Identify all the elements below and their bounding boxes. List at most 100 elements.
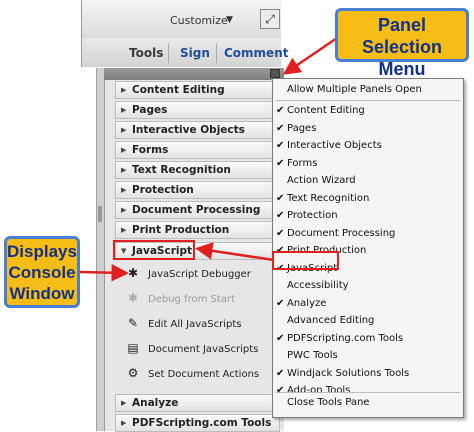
tab-tools[interactable]: Tools bbox=[129, 46, 163, 60]
section-label: Protection bbox=[132, 184, 194, 196]
tool-label: JavaScript Debugger bbox=[148, 269, 251, 280]
tab-divider bbox=[168, 43, 169, 63]
tab-divider bbox=[216, 43, 217, 63]
customize-button[interactable]: Customize bbox=[170, 14, 228, 27]
arrow-to-panel-menu bbox=[282, 36, 338, 75]
section-label: Content Editing bbox=[132, 84, 225, 96]
tab-sign[interactable]: Sign bbox=[180, 46, 210, 60]
triangle-right-icon: ▶ bbox=[121, 399, 127, 407]
menu-item-label: Forms bbox=[287, 157, 318, 169]
menu-item-document-processing[interactable]: ✔ Document Processing bbox=[273, 225, 463, 242]
callout-line: Window bbox=[9, 284, 75, 303]
console-callout: Displays Console Window bbox=[4, 236, 80, 308]
menu-item-label: Text Recognition bbox=[287, 192, 370, 204]
panel-section-pdfscripting-com-tools[interactable]: ▶ PDFScripting.com Tools bbox=[115, 414, 280, 432]
menu-item-label: Accessibility bbox=[287, 280, 349, 291]
menu-item-label: Windjack Solutions Tools bbox=[287, 367, 410, 379]
callout-line: Menu bbox=[378, 59, 426, 79]
section-label: Analyze bbox=[132, 397, 179, 409]
menu-item-label: PDFScripting.com Tools bbox=[287, 332, 404, 344]
tool-label: Set Document Actions bbox=[148, 369, 260, 380]
tool-document-javascripts[interactable]: ▤ Document JavaScripts bbox=[126, 339, 258, 357]
bug-icon: ✱ bbox=[127, 291, 139, 305]
panel-section-protection[interactable]: ▶ Protection bbox=[115, 181, 280, 199]
panel-section-interactive-objects[interactable]: ▶ Interactive Objects bbox=[115, 121, 280, 139]
tool-label: Document JavaScripts bbox=[148, 344, 259, 355]
triangle-right-icon: ▶ bbox=[121, 86, 127, 94]
actions-icon: ⚙ bbox=[127, 366, 139, 380]
tool-set-document-actions[interactable]: ⚙ Set Document Actions bbox=[126, 364, 260, 382]
triangle-right-icon: ▶ bbox=[121, 226, 127, 234]
tool-javascript-debugger[interactable]: ✱ JavaScript Debugger bbox=[126, 264, 251, 282]
panel-section-analyze[interactable]: ▶ Analyze bbox=[115, 394, 280, 412]
callout-line: Console bbox=[8, 263, 76, 282]
checkmark-icon: ✔ bbox=[276, 210, 285, 221]
edit-icon: ✎ bbox=[127, 316, 139, 330]
callout-line: Displays bbox=[7, 242, 77, 261]
splitter-grip[interactable] bbox=[98, 206, 102, 222]
checkmark-icon: ✔ bbox=[276, 332, 285, 344]
section-label: Text Recognition bbox=[132, 164, 231, 176]
section-label: Document Processing bbox=[132, 204, 261, 216]
menu-item-windjack-solutions-tools[interactable]: ✔ Windjack Solutions Tools bbox=[273, 365, 463, 382]
menu-item-pwc-tools[interactable]: PWC Tools bbox=[273, 347, 463, 364]
javascript-highlight bbox=[113, 240, 195, 260]
menu-item-label: Analyze bbox=[287, 297, 327, 309]
section-label: Interactive Objects bbox=[132, 124, 245, 136]
panel-section-pages[interactable]: ▶ Pages bbox=[115, 101, 280, 119]
menu-item-label: Action Wizard bbox=[287, 175, 356, 186]
menu-item-advanced-editing[interactable]: Advanced Editing bbox=[273, 312, 463, 329]
menu-item-protection[interactable]: ✔ Protection bbox=[273, 207, 463, 224]
menu-javascript-highlight bbox=[272, 251, 339, 270]
menu-item-text-recognition[interactable]: ✔ Text Recognition bbox=[273, 190, 463, 207]
menu-item-forms[interactable]: ✔ Forms bbox=[273, 155, 463, 172]
triangle-right-icon: ▶ bbox=[121, 126, 127, 134]
checkmark-icon: ✔ bbox=[276, 192, 285, 204]
menu-item-analyze[interactable]: ✔ Analyze bbox=[273, 295, 463, 312]
panel-section-text-recognition[interactable]: ▶ Text Recognition bbox=[115, 161, 280, 179]
tab-comment[interactable]: Comment bbox=[224, 46, 288, 60]
panel-section-forms[interactable]: ▶ Forms bbox=[115, 141, 280, 159]
menu-item-label: Interactive Objects bbox=[287, 140, 382, 151]
triangle-right-icon: ▶ bbox=[121, 166, 127, 174]
menu-item-accessibility[interactable]: Accessibility bbox=[273, 277, 463, 294]
checkmark-icon: ✔ bbox=[276, 297, 285, 309]
section-label: PDFScripting.com Tools bbox=[132, 417, 272, 429]
tool-debug-from-start: ✱ Debug from Start bbox=[126, 289, 235, 307]
tools-pane-header bbox=[104, 68, 284, 80]
menu-item-pdfscripting-com-tools[interactable]: ✔ PDFScripting.com Tools bbox=[273, 330, 463, 347]
menu-item-pages[interactable]: ✔ Pages bbox=[273, 120, 463, 137]
menu-separator bbox=[276, 100, 460, 101]
chevron-down-icon[interactable]: ▼ bbox=[226, 15, 233, 25]
menu-item-interactive-objects[interactable]: ✔ Interactive Objects bbox=[273, 137, 463, 154]
checkmark-icon: ✔ bbox=[276, 105, 285, 116]
pane-splitter[interactable] bbox=[96, 68, 104, 431]
checkmark-icon: ✔ bbox=[276, 140, 285, 151]
panel-section-document-processing[interactable]: ▶ Document Processing bbox=[115, 201, 280, 219]
triangle-right-icon: ▶ bbox=[121, 186, 127, 194]
triangle-right-icon: ▶ bbox=[121, 146, 127, 154]
menu-item-label: Content Editing bbox=[287, 105, 365, 116]
menu-item-label: Advanced Editing bbox=[287, 315, 375, 326]
tool-edit-all-javascripts[interactable]: ✎ Edit All JavaScripts bbox=[126, 314, 242, 332]
menu-close-tools-pane[interactable]: Close Tools Pane bbox=[273, 394, 463, 411]
panel-section-content-editing[interactable]: ▶ Content Editing bbox=[115, 81, 280, 99]
menu-item-label: PWC Tools bbox=[287, 350, 338, 361]
document-icon: ▤ bbox=[127, 341, 139, 355]
menu-item-label: Document Processing bbox=[287, 227, 396, 239]
expand-icon[interactable]: ⤢ bbox=[260, 9, 280, 29]
triangle-right-icon: ▶ bbox=[121, 106, 127, 114]
triangle-right-icon: ▶ bbox=[121, 206, 127, 214]
menu-separator bbox=[276, 392, 460, 393]
checkmark-icon: ✔ bbox=[276, 157, 285, 169]
panel-selection-callout: Panel Selection Menu bbox=[335, 8, 469, 79]
panel-section-print-production[interactable]: ▶ Print Production bbox=[115, 221, 280, 239]
menu-item-action-wizard[interactable]: Action Wizard bbox=[273, 172, 463, 189]
checkmark-icon: ✔ bbox=[276, 367, 285, 379]
menu-item-content-editing[interactable]: ✔ Content Editing bbox=[273, 102, 463, 119]
panel-menu-button[interactable] bbox=[270, 69, 280, 78]
checkmark-icon: ✔ bbox=[276, 227, 285, 239]
callout-line: Panel Selection bbox=[361, 15, 443, 57]
tool-label: Debug from Start bbox=[148, 294, 235, 305]
menu-allow-multiple-panels[interactable]: Allow Multiple Panels Open bbox=[273, 81, 463, 98]
